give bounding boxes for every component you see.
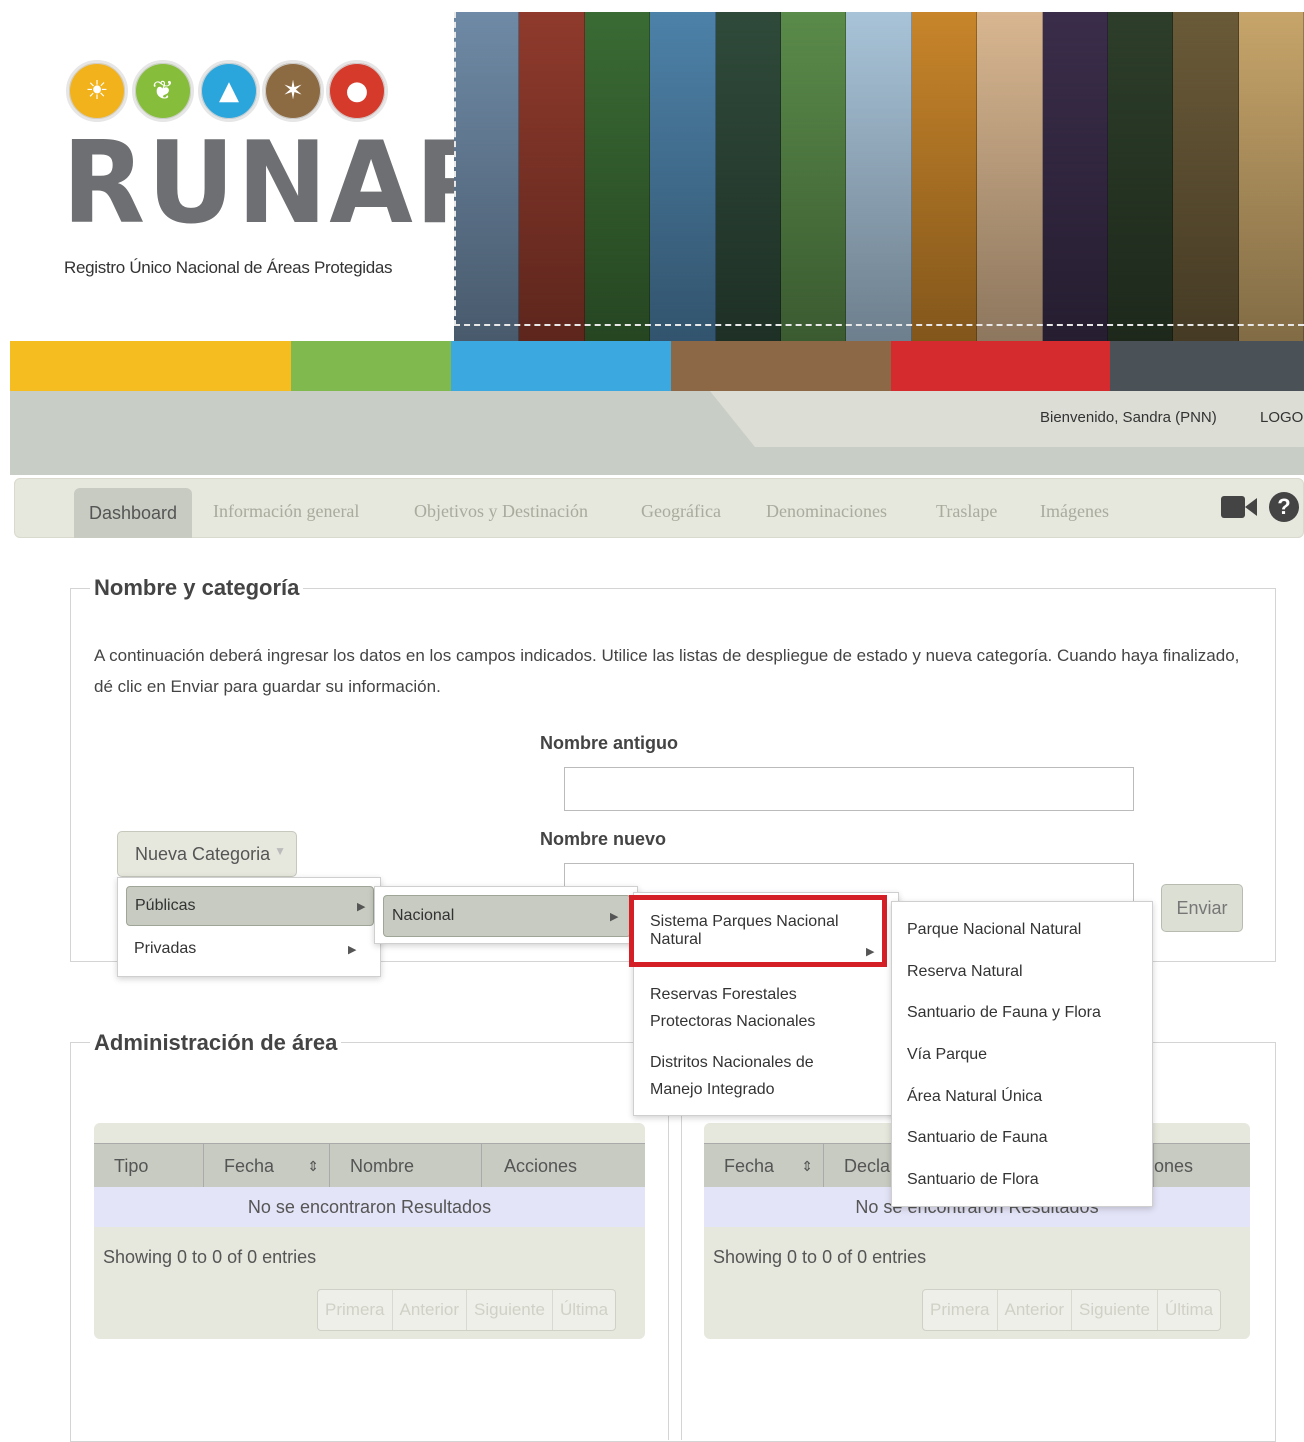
pager-next[interactable]: Siguiente [1072,1290,1158,1330]
color-stripe-bar [10,341,1304,391]
menu-item-santuario-fauna-flora[interactable]: Santuario de Fauna y Flora [907,1004,1101,1022]
banner-photo-strip [1173,12,1239,342]
pager-first[interactable]: Primera [923,1290,998,1330]
form-instructions: A continuación deberá ingresar los datos… [94,646,1240,696]
mountain-icon: ▲ [198,60,260,122]
sort-icon: ⇕ [307,1157,319,1174]
color-stripe-segment [671,341,891,391]
old-name-label: Nombre antiguo [540,733,678,753]
new-name-label: Nombre nuevo [540,829,667,849]
column-header-acciones[interactable]: ones [1154,1144,1250,1188]
tab-informacion-general[interactable]: Información general [213,501,359,522]
menu-item-publicas[interactable]: Públicas ▶ [126,886,374,926]
sort-icon: ⇕ [801,1157,813,1174]
category-menu-level4: Parque Nacional Natural Reserva Natural … [891,901,1153,1207]
banner-photo-strip [977,12,1043,342]
empty-results-row: No se encontraron Resultados [94,1187,645,1227]
admin-column-divider [668,1110,682,1440]
menu-item-reserva-natural[interactable]: Reserva Natural [907,963,1023,981]
banner-photo-strip [650,12,716,342]
admin-table-left: Tipo Fecha ⇕ Nombre Acciones No se encont… [94,1123,645,1339]
category-menu-level1: Públicas ▶ Privadas ▶ [117,877,381,977]
menu-item-santuario-fauna[interactable]: Santuario de Fauna [907,1129,1048,1147]
column-header-fecha[interactable]: Fecha ⇕ [204,1144,330,1188]
caret-down-icon: ▼ [274,844,286,858]
column-header-tipo[interactable]: Tipo [94,1144,204,1188]
menu-item-privadas[interactable]: Privadas ▶ [134,940,374,970]
banner-photo-strip [454,12,520,342]
menu-item-via-parque[interactable]: Vía Parque [907,1046,987,1064]
tab-denominaciones[interactable]: Denominaciones [766,501,887,522]
caret-right-icon: ▶ [357,901,366,913]
tab-traslape[interactable]: Traslape [936,501,997,522]
welcome-bar-wedge [710,391,1304,447]
pager-last[interactable]: Última [1158,1290,1220,1330]
banner-photo-strip [780,12,847,342]
menu-item-santuario-flora[interactable]: Santuario de Flora [907,1171,1039,1189]
caret-right-icon: ▶ [610,911,619,923]
header-banner [454,12,1304,342]
logo-subtitle: Registro Único Nacional de Áreas Protegi… [64,258,393,277]
pager-last[interactable]: Última [553,1290,615,1330]
pager-previous[interactable]: Anterior [393,1290,468,1330]
pager-next[interactable]: Siguiente [467,1290,553,1330]
logo-wordmark: RUNAP [62,117,496,250]
table-header: Tipo Fecha ⇕ Nombre Acciones [94,1143,645,1188]
old-name-input[interactable] [564,767,1134,811]
video-camera-icon[interactable] [1221,494,1257,520]
column-header-fecha[interactable]: Fecha ⇕ [704,1144,824,1188]
banner-photo-strip [584,12,651,342]
grass-icon: ✶ [262,60,324,122]
color-stripe-segment [891,341,1110,391]
leaf-icon: ❦ [132,60,194,122]
banner-photo-strip [911,12,978,342]
pagination: Primera Anterior Siguiente Última [317,1289,617,1331]
tab-imagenes[interactable]: Imágenes [1040,501,1109,522]
tab-geografica[interactable]: Geográfica [641,501,721,522]
banner-photo-strip [1107,12,1174,342]
welcome-message: Bienvenido, Sandra (PNN) [1040,409,1217,426]
menu-item-reservas-forestales[interactable]: Reservas Forestales Protectoras Nacional… [650,981,870,1035]
logout-link[interactable]: LOGOU [1260,409,1304,426]
entries-info: Showing 0 to 0 of 0 entries [103,1247,317,1267]
welcome-bar: Bienvenido, Sandra (PNN) LOGOU [10,391,1304,475]
column-header-acciones[interactable]: Acciones [482,1144,645,1188]
menu-item-parque-nacional-natural[interactable]: Parque Nacional Natural [907,921,1081,939]
runap-logo: ☀ ❦ ▲ ✶ ● RUNAP Registro Único Nacional … [60,60,494,290]
banner-photo-strip [1042,12,1108,342]
banner-photo-strip [519,12,585,342]
menu-item-distritos-nacionales[interactable]: Distritos Nacionales de Manejo Integrado [650,1049,870,1103]
color-stripe-segment [10,341,291,391]
menu-item-nacional[interactable]: Nacional ▶ [383,895,631,937]
pagination: Primera Anterior Siguiente Última [922,1289,1222,1331]
tab-dashboard[interactable]: Dashboard [74,488,192,538]
main-tabs: Dashboard Información general Objetivos … [14,478,1304,538]
color-stripe-segment [291,341,451,391]
bear-icon: ● [326,60,388,122]
category-menu-level2: Nacional ▶ [374,886,638,944]
banner-photo-strip [1238,12,1304,342]
color-stripe-segment [451,341,671,391]
name-category-legend: Nombre y categoría [90,575,304,601]
color-stripe-segment [1110,341,1304,391]
menu-item-area-natural-unica[interactable]: Área Natural Única [907,1088,1042,1106]
red-highlight-annotation [629,895,887,967]
area-admin-legend: Administración de área [90,1030,342,1056]
palm-tree-icon: ☀ [66,60,128,122]
pager-previous[interactable]: Anterior [998,1290,1073,1330]
entries-info: Showing 0 to 0 of 0 entries [713,1247,927,1267]
pager-first[interactable]: Primera [318,1290,393,1330]
banner-photo-strip [715,12,781,342]
submit-button[interactable]: Enviar [1161,884,1243,932]
help-icon[interactable]: ? [1269,492,1299,522]
column-header-nombre[interactable]: Nombre [330,1144,482,1188]
caret-right-icon: ▶ [348,944,357,956]
tab-objetivos-destinacion[interactable]: Objetivos y Destinación [414,501,588,522]
new-category-dropdown[interactable]: Nueva Categoria ▼ [117,831,297,877]
banner-photo-strip [846,12,912,342]
